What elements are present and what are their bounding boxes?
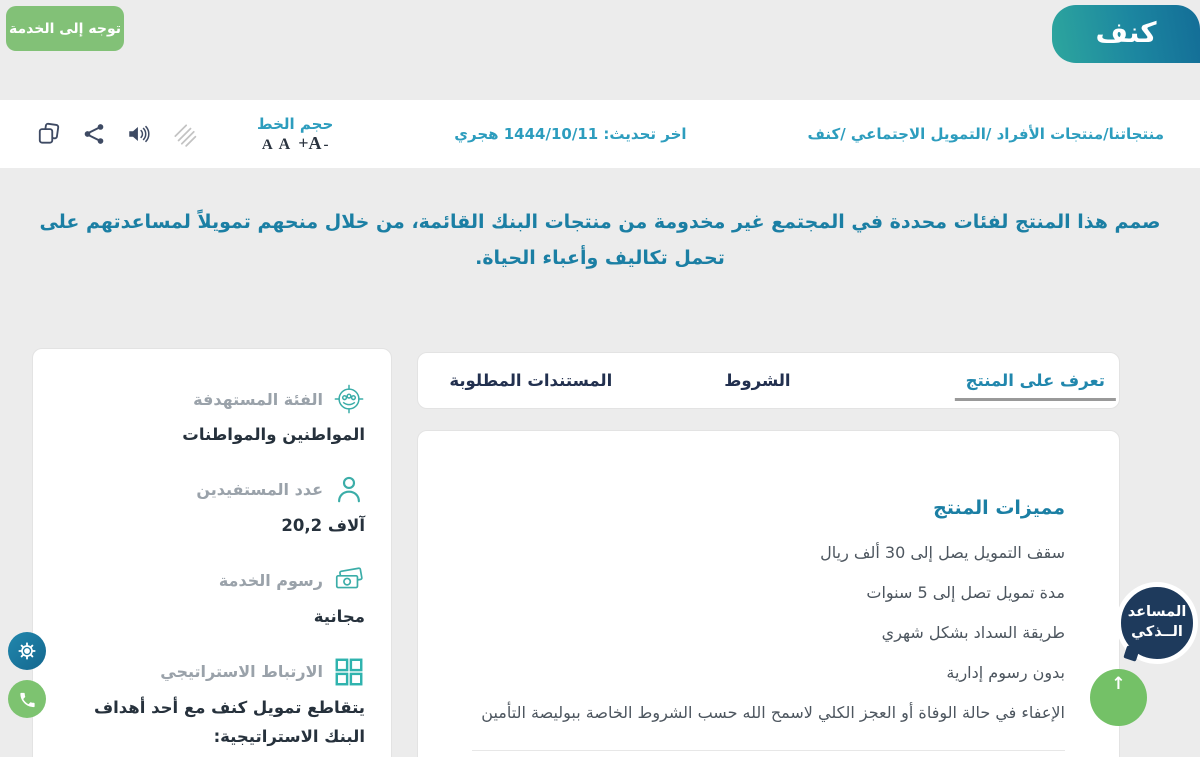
accessibility-settings-button[interactable] [8,632,46,670]
breadcrumb[interactable]: منتجاتنا/منتجات الأفراد /التمويل الاجتما… [808,125,1164,143]
info-label: الفئة المستهدفة [193,390,323,409]
kanaf-product-page: توجه إلى الخدمة كنف منتجاتنا/منتجات الأف… [0,0,1200,757]
font-increase-button[interactable]: +A [296,133,323,153]
money-icon [333,565,365,597]
info-item-beneficiaries: عدد المستفيدين 20,2 آلاف [59,474,365,541]
product-title-badge: كنف [1052,5,1200,63]
info-value: 20,2 آلاف [59,512,365,541]
feature-item: طريقة السداد بشكل شهري [472,623,1065,642]
go-to-service-button[interactable]: توجه إلى الخدمة [6,6,124,51]
assistant-label-line1: المساعد [1128,603,1187,623]
grid-icon [333,656,365,688]
utility-bar: منتجاتنا/منتجات الأفراد /التمويل الاجتما… [0,100,1200,168]
page-tools: حجم الخط -A A +A [36,115,333,154]
info-value: مجانية [59,603,365,632]
product-features-panel: مميزات المنتج سقف التمويل يصل إلى 30 ألف… [417,430,1120,757]
info-item-target-audience: الفئة المستهدفة المواطنين والمواطنات [59,383,365,450]
gear-icon [17,641,37,661]
feature-item: الإعفاء في حالة الوفاة أو العجز الكلي لا… [472,703,1065,722]
arrow-up-icon: ↑ [1111,674,1125,694]
signal-waves-icon[interactable] [171,121,197,147]
tab-conditions[interactable]: الشروط [724,353,790,408]
smart-assistant-button[interactable]: المساعد الــذكي [1116,582,1198,664]
share-icon[interactable] [81,121,107,147]
font-size-label: حجم الخط [257,115,333,133]
info-label: الارتباط الاستراتيجي [160,662,323,681]
section-divider [472,750,1065,751]
feature-item: مدة تمويل تصل إلى 5 سنوات [472,583,1065,602]
assistant-label-line2: الــذكي [1131,623,1183,643]
person-icon [333,474,365,506]
product-info-card: الفئة المستهدفة المواطنين والمواطنات عدد… [32,348,392,757]
last-update-text: اخر تحديث: 1444/10/11 هجري [454,125,686,143]
scroll-to-top-button[interactable]: ↑ [1090,669,1147,726]
feature-item: بدون رسوم إدارية [472,663,1065,682]
font-size-control: حجم الخط -A A +A [257,115,333,154]
product-tabs: تعرف على المنتج الشروط المستندات المطلوب… [417,352,1120,409]
tab-required-documents[interactable]: المستندات المطلوبة [449,353,612,408]
tab-about-product[interactable]: تعرف على المنتج [966,353,1105,408]
top-banner: توجه إلى الخدمة كنف [0,0,1200,100]
phone-icon [18,690,37,709]
info-label: رسوم الخدمة [219,571,323,590]
product-description: صمم هذا المنتج لفئات محددة في المجتمع غي… [24,204,1176,276]
font-size-buttons: -A A +A [260,136,331,153]
features-heading: مميزات المنتج [472,497,1065,519]
info-item-strategic-link: الارتباط الاستراتيجي يتقاطع تمويل كنف مع… [59,656,365,757]
info-label: عدد المستفيدين [196,480,323,499]
target-audience-icon [333,383,365,415]
info-value: يتقاطع تمويل كنف مع أحد أهداف البنك الاس… [59,694,365,757]
info-value: المواطنين والمواطنات [59,421,365,450]
speaker-icon[interactable] [126,121,152,147]
contact-phone-button[interactable] [8,680,46,718]
font-normal-button[interactable]: A [277,136,293,153]
feature-item: سقف التمويل يصل إلى 30 ألف ريال [472,543,1065,562]
copy-icon[interactable] [36,121,62,147]
info-item-service-fees: رسوم الخدمة مجانية [59,565,365,632]
action-icons [36,121,197,147]
